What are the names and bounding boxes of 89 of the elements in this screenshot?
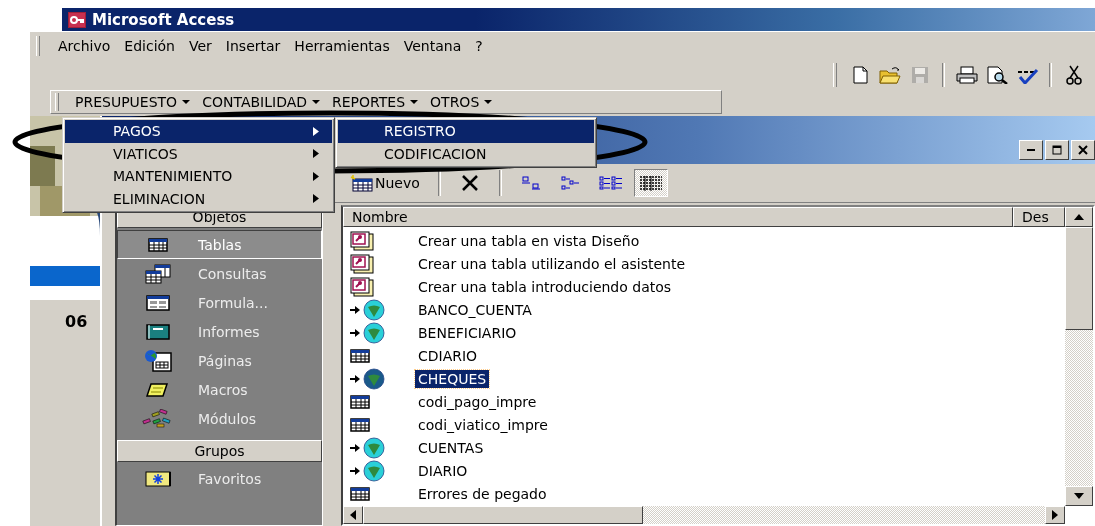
details-view-button[interactable] bbox=[633, 169, 668, 197]
new-button[interactable]: Nuevo bbox=[347, 169, 426, 197]
list-item[interactable]: CHEQUES bbox=[415, 370, 490, 388]
list-view-icon bbox=[598, 176, 623, 190]
menu-item[interactable]: CODIFICACION bbox=[338, 142, 594, 165]
spelling-check-icon bbox=[1015, 66, 1039, 84]
query-icon bbox=[145, 263, 171, 284]
scroll-down-button[interactable] bbox=[1065, 486, 1093, 506]
list-item[interactable]: DIARIO bbox=[415, 462, 471, 481]
caret-icon bbox=[410, 99, 419, 105]
delete-icon bbox=[459, 174, 480, 192]
right-arrow-icon bbox=[1052, 510, 1058, 520]
access-key-icon bbox=[68, 11, 86, 28]
list-item[interactable]: Crear una tabla en vista Diseño bbox=[415, 231, 643, 250]
minimize-icon bbox=[1027, 149, 1035, 151]
form-icon bbox=[146, 294, 170, 311]
caret-icon bbox=[182, 99, 191, 105]
down-arrow-icon bbox=[1074, 493, 1084, 499]
list-item[interactable]: CDIARIO bbox=[415, 346, 481, 365]
report-icon bbox=[146, 323, 170, 340]
print-preview-icon bbox=[986, 66, 1008, 84]
menu-button[interactable]: OTROS bbox=[424, 94, 499, 110]
section-header[interactable]: Grupos bbox=[117, 440, 322, 462]
minimize-button[interactable] bbox=[1019, 140, 1043, 160]
vertical-scrollbar[interactable] bbox=[1065, 227, 1093, 506]
list-item[interactable]: Crear una tabla utilizando el asistente bbox=[415, 254, 689, 273]
new-page-icon bbox=[851, 66, 869, 84]
list-item[interactable]: codi_viatico_impre bbox=[415, 416, 551, 435]
caret-icon bbox=[312, 99, 321, 105]
details-view-icon bbox=[638, 175, 663, 191]
list-item[interactable]: codi_pago_impre bbox=[415, 393, 540, 412]
menu-item[interactable]: VIATICOS bbox=[65, 142, 332, 165]
form-text: 06 bbox=[64, 311, 89, 333]
submenu-arrow-icon bbox=[313, 171, 320, 181]
close-button[interactable] bbox=[1071, 140, 1095, 160]
left-arrow-icon bbox=[350, 510, 356, 520]
menu-item[interactable]: Ver bbox=[183, 37, 218, 55]
new-table-wizard-icon bbox=[349, 230, 375, 251]
menu-item[interactable]: Ventana bbox=[397, 37, 468, 55]
table-icon bbox=[349, 347, 371, 364]
menu-item[interactable]: Insertar bbox=[219, 37, 287, 55]
menu-item[interactable]: ? bbox=[469, 37, 489, 55]
new-table-wizard-icon bbox=[349, 276, 375, 297]
list-item[interactable]: Crear una tabla introduciendo datos bbox=[415, 277, 675, 296]
scroll-left-button[interactable] bbox=[343, 506, 363, 524]
table-icon bbox=[349, 394, 371, 411]
menu-button[interactable]: CONTABILIDAD bbox=[196, 94, 327, 110]
maximize-icon bbox=[1052, 145, 1062, 155]
window-title: Microsoft Access bbox=[92, 10, 235, 29]
menu-item[interactable]: MANTENIMIENTO bbox=[65, 165, 332, 188]
favorites-folder-icon bbox=[144, 469, 172, 488]
folder-icon bbox=[879, 66, 901, 84]
column-header[interactable]: Des bbox=[1013, 207, 1065, 227]
table-icon bbox=[349, 417, 371, 434]
column-header[interactable]: Nombre bbox=[343, 207, 1013, 227]
caret-icon bbox=[484, 99, 493, 105]
list-item[interactable]: Errores de pegado bbox=[415, 485, 550, 504]
scroll-right-button[interactable] bbox=[1045, 506, 1065, 524]
macro-scroll-icon bbox=[146, 381, 170, 398]
scissors-icon bbox=[1066, 65, 1082, 85]
menu-item[interactable]: Archivo bbox=[52, 37, 117, 55]
list-item[interactable]: BENEFICIARIO bbox=[415, 323, 520, 342]
menu-button[interactable]: REPORTES bbox=[326, 94, 425, 110]
print-button[interactable] bbox=[954, 63, 980, 87]
up-arrow-icon bbox=[1074, 214, 1084, 220]
menu-item[interactable]: Edición bbox=[118, 37, 181, 55]
menu-button[interactable]: PRESUPUESTO bbox=[69, 94, 197, 110]
small-icons-view-icon bbox=[560, 176, 581, 190]
list-item[interactable]: BANCO_CUENTA bbox=[415, 300, 535, 319]
menu-item[interactable]: Herramientas bbox=[288, 37, 396, 55]
list-item[interactable]: CUENTAS bbox=[415, 439, 487, 458]
web-page-icon bbox=[144, 349, 172, 372]
print-preview-button[interactable] bbox=[984, 63, 1010, 87]
submenu-arrow-icon bbox=[313, 194, 320, 204]
menu-item[interactable]: PAGOS bbox=[65, 120, 332, 143]
scroll-up-button[interactable] bbox=[1065, 207, 1093, 227]
maximize-button[interactable] bbox=[1045, 140, 1069, 160]
close-icon bbox=[1078, 145, 1088, 155]
menu-item[interactable]: REGISTRO bbox=[338, 120, 594, 143]
large-icons-view-icon bbox=[521, 176, 540, 190]
submenu-arrow-icon bbox=[313, 126, 320, 136]
horizontal-scrollbar[interactable] bbox=[343, 506, 1065, 524]
new-table-icon bbox=[349, 174, 373, 192]
module-icon bbox=[142, 408, 174, 429]
submenu-arrow-icon bbox=[313, 149, 320, 159]
table-icon bbox=[147, 236, 169, 253]
printer-icon bbox=[956, 66, 978, 84]
new-table-wizard-icon bbox=[349, 253, 375, 274]
table-icon bbox=[349, 486, 371, 503]
